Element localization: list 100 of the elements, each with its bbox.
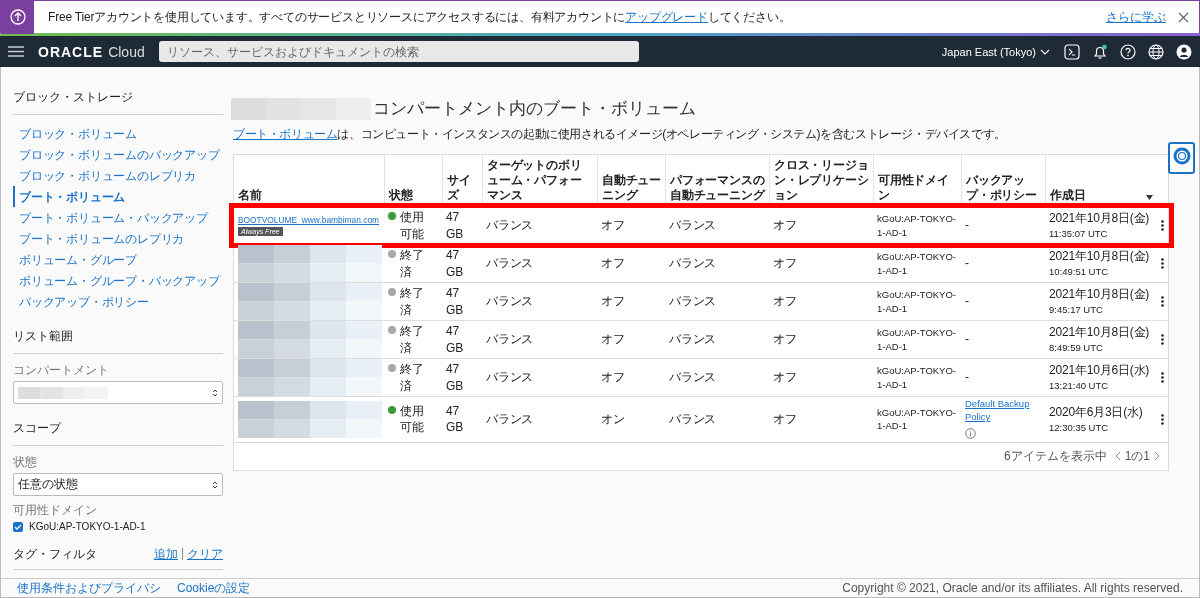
size-cell-text: 47 GB — [445, 360, 464, 395]
next-page-icon[interactable] — [1154, 451, 1160, 462]
help-float-button[interactable] — [1168, 142, 1195, 174]
page-title: コンパートメント内のブート・ボリューム — [373, 98, 696, 120]
size-cell-text: 47 GB — [445, 402, 464, 437]
table-cell-text: オフ — [600, 217, 626, 235]
more-actions-icon[interactable] — [1161, 413, 1164, 425]
more-actions-icon[interactable] — [1161, 258, 1164, 269]
product-name: Cloud — [108, 43, 145, 60]
section-heading: スコープ — [13, 420, 223, 446]
add-link[interactable]: 追加 — [153, 546, 178, 563]
search-field[interactable]: リソース、サービスおよびドキュメントの検索 — [158, 41, 639, 62]
state-select[interactable]: 任意の状態 — [13, 473, 223, 496]
column-header[interactable]: 状態 — [384, 155, 442, 206]
column-header[interactable]: パフォーマンスの自動チューニング — [665, 155, 769, 206]
column-header[interactable]: バックアップ・ポリシー — [961, 155, 1045, 206]
status-text: 使用可能 — [400, 208, 425, 243]
table-cell-text: オン — [600, 411, 626, 429]
column-header[interactable]: クロス・リージョン・レプリケーション — [769, 155, 873, 206]
chevron-down-icon — [1040, 48, 1050, 55]
copyright-text: Copyright © 2021, Oracle and/or its affiliates. All rights reserved. — [842, 581, 1183, 595]
table-cell: - — [965, 293, 969, 310]
size-cell-text: 47 GB — [445, 284, 464, 319]
section-heading: リスト範囲 — [13, 328, 223, 354]
banner-message: Free Tierアカウントを使用しています。すべてのサービスとリソースにアクセスするには、有料アカウントにアップグレード してください。 — [48, 8, 792, 26]
sidebar-item[interactable]: ボリューム・グループ・バックアップ — [13, 270, 223, 291]
lifebuoy-icon — [1172, 147, 1191, 165]
table-cell-text: オフ — [600, 255, 626, 273]
sort-caret-icon[interactable] — [1146, 195, 1153, 200]
sidebar-item[interactable]: ブロック・ボリューム — [13, 123, 223, 144]
table-cell-text: バランス — [668, 217, 718, 235]
status-text: 終了済 — [400, 360, 425, 395]
bell-icon[interactable] — [1092, 43, 1108, 60]
more-actions-icon[interactable] — [1161, 220, 1164, 231]
table-cell-text: オフ — [772, 369, 798, 387]
table-cell-text: バランス — [485, 331, 535, 349]
checkbox-label: KGoU:AP-TOKYO-1-AD-1 — [29, 521, 146, 532]
previous-page-icon[interactable] — [1114, 451, 1121, 462]
sidebar-title: ブロック・ストレージ — [13, 89, 223, 115]
table-cell-text: バランス — [485, 255, 535, 273]
domain-cell-text: kGoU:AP-TOKYO-1-AD-1 — [876, 364, 957, 392]
backup-policy-link[interactable]: Default Backup Policy — [965, 397, 1041, 424]
column-header[interactable]: 可用性ドメイン — [873, 155, 961, 206]
footer-link[interactable]: Cookieの設定 — [177, 579, 251, 597]
table-cell: - — [965, 331, 969, 348]
menu-icon[interactable] — [8, 46, 24, 57]
column-header[interactable]: 作成日 — [1045, 155, 1157, 206]
region-selector[interactable]: Japan East (Tokyo) — [941, 45, 1050, 58]
globe-icon[interactable] — [1148, 43, 1164, 60]
field-label: 可用性ドメイン — [13, 502, 98, 519]
table-cell-text: バランス — [485, 293, 535, 311]
sidebar-item[interactable]: バックアップ・ポリシー — [13, 291, 223, 312]
more-actions-icon[interactable] — [1161, 372, 1164, 383]
info-icon[interactable] — [965, 428, 976, 440]
sidebar-item[interactable]: ブロック・ボリュームのレプリカ — [13, 165, 223, 186]
sidebar-item[interactable]: ブロック・ボリュームのバックアップ — [13, 144, 223, 165]
table-cell-text: バランス — [485, 411, 535, 429]
clear-link[interactable]: クリア — [187, 546, 223, 563]
field-label: コンパートメント — [13, 362, 110, 379]
size-cell-text: 47 GB — [445, 322, 464, 357]
upgrade-link[interactable]: アップグレード — [625, 9, 708, 24]
column-header[interactable]: 名前 — [234, 155, 384, 206]
table-cell-text: オフ — [772, 293, 798, 311]
table-cell-text: バランス — [668, 293, 718, 311]
volume-name-link[interactable]: BOOTVOLUME_www.bambiman.com — [238, 215, 380, 225]
user-avatar-icon[interactable] — [1176, 43, 1192, 60]
help-icon[interactable] — [1120, 43, 1136, 60]
table-cell-text: オフ — [600, 331, 626, 349]
field-label: 状態 — [13, 454, 38, 471]
brand-logo[interactable]: ORACLE — [38, 43, 104, 60]
table-cell-text: オフ — [772, 255, 798, 273]
created-cell: 2020年6月3日(水) 12:30:35 UTC — [1049, 404, 1143, 435]
sidebar-item[interactable]: ブート・ボリューム・バックアップ — [13, 207, 223, 228]
created-cell: 2021年10月8日(金) 9:45:17 UTC — [1049, 286, 1150, 317]
sidebar-item[interactable]: ブート・ボリューム — [13, 186, 223, 207]
more-actions-icon[interactable] — [1161, 296, 1164, 307]
column-header[interactable]: サイズ — [442, 155, 482, 206]
sidebar-item[interactable]: ブート・ボリュームのレプリカ — [13, 228, 223, 249]
status-text: 終了済 — [400, 322, 425, 357]
terminal-icon[interactable] — [1064, 43, 1080, 60]
domain-checkbox[interactable] — [13, 521, 23, 532]
table-cell-text: バランス — [668, 331, 718, 349]
more-actions-icon[interactable] — [1161, 334, 1164, 345]
sidebar-item[interactable]: ボリューム・グループ — [13, 249, 223, 270]
domain-cell-text: kGoU:AP-TOKYO-1-AD-1 — [876, 250, 957, 278]
footer-link[interactable]: 使用条件およびプライバシ — [17, 579, 161, 597]
close-icon[interactable] — [1178, 11, 1189, 23]
status-text: 終了済 — [400, 284, 425, 319]
table-cell-text: バランス — [668, 369, 718, 387]
select-arrows-icon — [212, 387, 218, 398]
learn-more-link[interactable]: さらに学ぶ — [1106, 8, 1166, 26]
boot-volume-link[interactable]: ブート・ボリューム — [233, 127, 338, 141]
domain-cell-text: kGoU:AP-TOKYO-1-AD-1 — [876, 212, 957, 240]
item-count: 6アイテムを表示中 — [1003, 447, 1107, 465]
section-heading: タグ・フィルタ — [13, 546, 97, 563]
column-header[interactable]: ターゲットのボリューム・パフォーマンス — [482, 155, 597, 206]
table-cell-text: バランス — [668, 411, 718, 429]
status-text: 終了済 — [400, 246, 425, 281]
column-header[interactable]: 自動チューニング — [597, 155, 665, 206]
domain-cell-text: kGoU:AP-TOKYO-1-AD-1 — [876, 406, 957, 434]
